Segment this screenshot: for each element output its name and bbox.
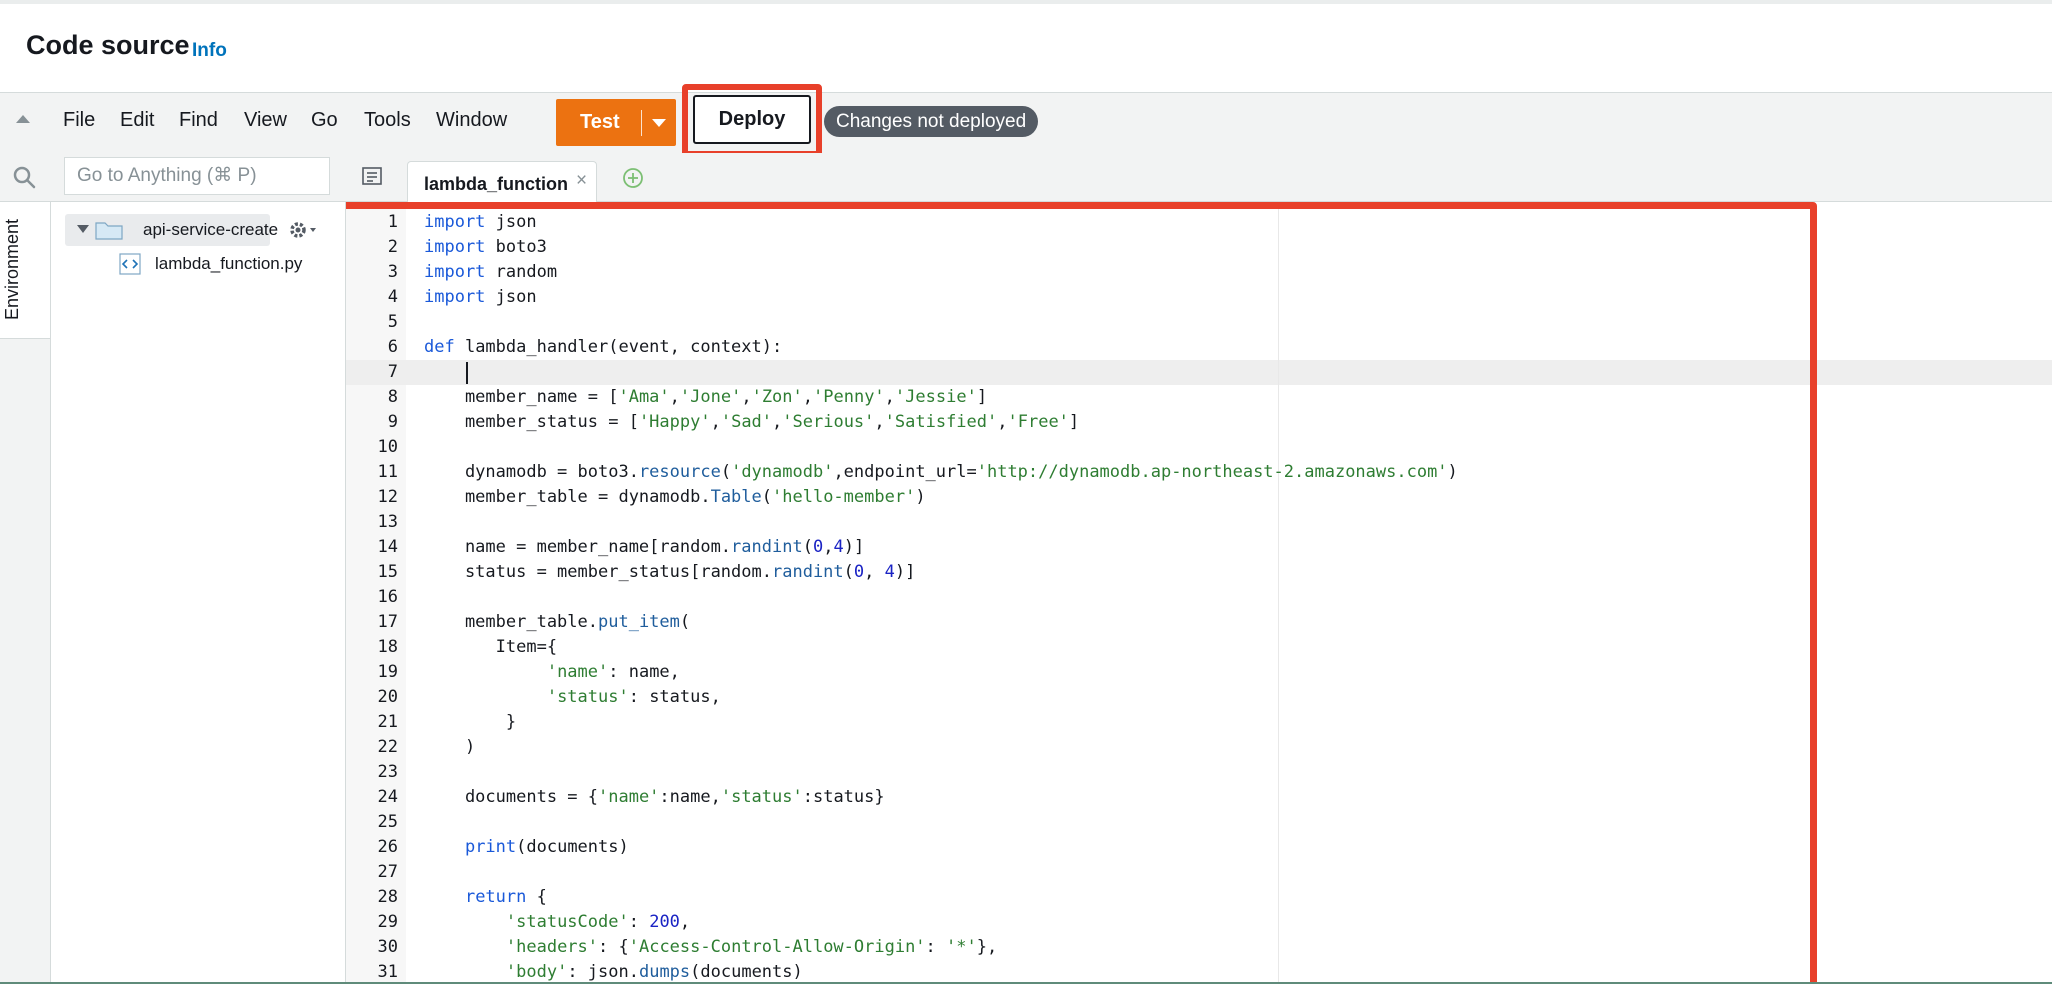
menu-window[interactable]: Window xyxy=(436,109,507,132)
deploy-button[interactable]: Deploy xyxy=(693,95,811,144)
tree-folder-item[interactable]: api-service-create xyxy=(65,214,278,246)
code-editor[interactable]: 1 import json 2 import boto3 3 import random 4… xyxy=(346,202,2052,982)
editor-tab-label: lambda_function xyxy=(424,174,569,194)
close-tab-icon[interactable]: × xyxy=(576,170,587,192)
editor-tab-bar: lambda_function × xyxy=(345,153,2052,202)
page-title: Code source xyxy=(26,30,190,60)
menu-go[interactable]: Go xyxy=(311,109,338,132)
environment-tab[interactable]: Environment xyxy=(0,202,50,339)
tab-list-icon[interactable] xyxy=(361,165,383,187)
menu-view[interactable]: View xyxy=(244,109,287,132)
page-header: Code source Info xyxy=(0,0,2052,92)
folder-icon xyxy=(95,222,123,240)
test-button[interactable]: Test xyxy=(556,99,676,146)
menu-file[interactable]: File xyxy=(63,109,95,132)
search-icon[interactable] xyxy=(12,165,36,189)
test-button-divider xyxy=(641,110,642,136)
code-file-icon xyxy=(119,253,141,275)
tree-file-item[interactable]: lambda_function.py xyxy=(117,250,337,280)
test-button-label: Test xyxy=(580,111,620,133)
file-tree: api-service-create lambda_function.py xyxy=(51,202,346,994)
menu-find[interactable]: Find xyxy=(179,109,218,132)
chevron-down-icon[interactable] xyxy=(77,225,89,233)
search-area xyxy=(0,153,345,202)
gear-icon[interactable] xyxy=(287,218,319,242)
menu-tools[interactable]: Tools xyxy=(364,109,411,132)
top-divider xyxy=(0,0,2052,4)
tab-lambda-function[interactable]: lambda_function × xyxy=(407,161,597,202)
folder-label: api-service-create xyxy=(143,220,279,239)
environment-tab-label: Environment xyxy=(2,218,22,320)
status-badge: Changes not deployed xyxy=(824,106,1039,137)
menu-edit[interactable]: Edit xyxy=(120,109,154,132)
ide-menu-bar: File Edit Find View Go Tools Window Test… xyxy=(0,84,2052,157)
info-link[interactable]: Info xyxy=(192,40,227,62)
search-input[interactable] xyxy=(64,157,330,195)
deploy-button-label: Deploy xyxy=(718,108,786,130)
test-dropdown-caret-icon[interactable] xyxy=(652,119,666,127)
add-tab-icon[interactable] xyxy=(622,167,644,189)
collapse-arrow-icon[interactable] xyxy=(16,115,30,123)
file-label: lambda_function.py xyxy=(155,254,303,273)
editor-highlight-box xyxy=(346,202,1817,982)
left-rail: Environment xyxy=(0,202,51,994)
